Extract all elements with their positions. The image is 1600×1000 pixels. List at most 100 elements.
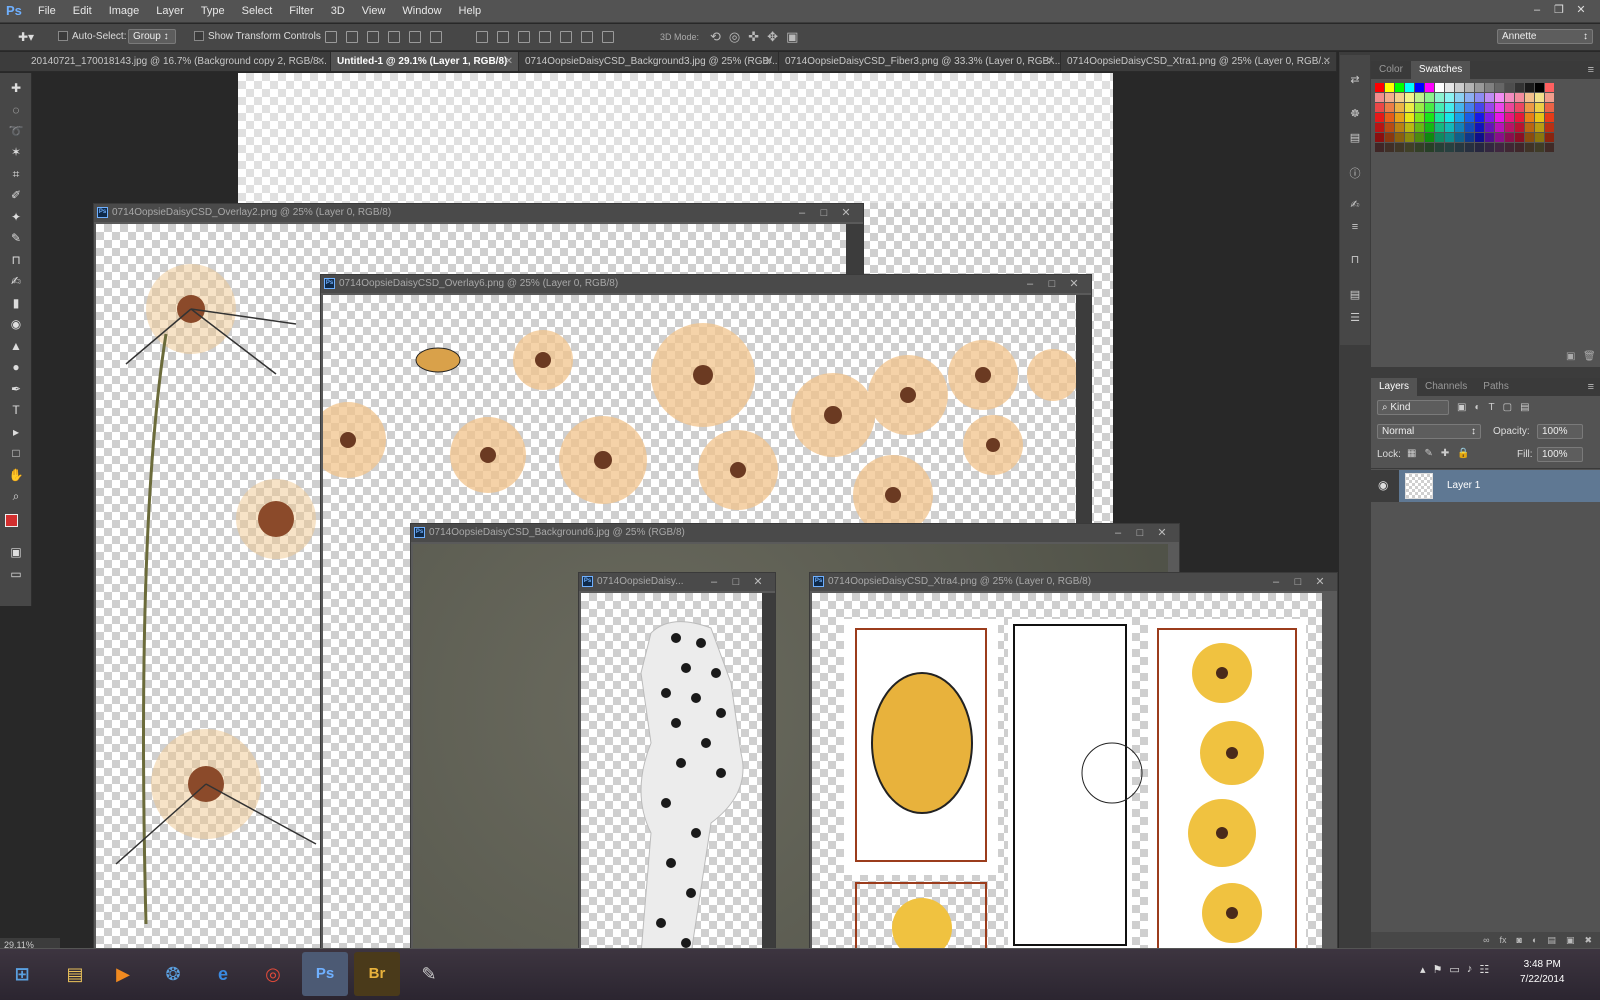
link-layers-icon[interactable]: ∞ [1483,932,1489,948]
filter-adjustment-icon[interactable]: ◐ [1474,402,1480,413]
eraser-tool-icon[interactable]: ▮ [6,294,26,312]
swatch[interactable] [1505,143,1514,152]
close-icon[interactable]: ✕ [1063,275,1085,293]
fill-field[interactable]: 100% [1537,447,1583,462]
swatch[interactable] [1425,103,1434,112]
swatch[interactable] [1485,113,1494,122]
swatch[interactable] [1505,123,1514,132]
xtra4-canvas[interactable] [812,593,1322,954]
paint-icon[interactable]: ✎ [406,952,452,996]
swatch[interactable] [1485,123,1494,132]
actions-panel-icon[interactable]: ▤ [1347,288,1363,302]
path-selection-tool-icon[interactable]: ▸ [6,423,26,441]
volume-icon[interactable]: ♪ [1467,963,1473,976]
close-icon[interactable]: ✕ [1309,573,1331,591]
swatch[interactable] [1415,103,1424,112]
close-tab-icon[interactable]: ✕ [765,52,773,71]
swatch[interactable] [1485,133,1494,142]
swatch[interactable] [1545,123,1554,132]
lock-all-icon[interactable]: 🔒 [1457,448,1469,459]
distribute-top-icon[interactable] [476,31,488,43]
swatch[interactable] [1425,133,1434,142]
bridge-taskbar-icon[interactable]: Br [354,952,400,996]
swatch[interactable] [1425,83,1434,92]
swatch[interactable] [1525,143,1534,152]
histogram-panel-icon[interactable]: ▤ [1347,131,1363,145]
align-hcenter-icon[interactable] [409,31,421,43]
menu-edit[interactable]: Edit [73,5,92,17]
swatch[interactable] [1485,143,1494,152]
paint-bucket-tool-icon[interactable]: ◉ [6,315,26,333]
3d-scale-icon[interactable]: ▣ [786,29,798,45]
lock-position-icon[interactable]: ✚ [1441,448,1449,459]
clone-stamp-tool-icon[interactable]: ⊓ [6,251,26,269]
menu-image[interactable]: Image [109,5,140,17]
maximize-icon[interactable]: □ [1041,275,1063,293]
tab-document-1[interactable]: 20140721_170018143.jpg @ 16.7% (Backgrou… [25,52,331,71]
3d-slide-icon[interactable]: ✥ [767,29,778,45]
auto-select-checkbox[interactable] [58,31,68,42]
panel-menu-icon[interactable]: ≡ [1588,381,1594,393]
auto-align-icon[interactable] [602,31,614,43]
overlay6-titlebar[interactable]: Ps 0714OopsieDaisyCSD_Overlay6.png @ 25% … [321,275,1091,293]
opacity-field[interactable]: 100% [1537,424,1583,439]
swatch[interactable] [1475,103,1484,112]
swatch[interactable] [1525,83,1534,92]
menu-type[interactable]: Type [201,5,225,17]
swatch[interactable] [1405,133,1414,142]
photoshop-taskbar-icon[interactable]: Ps [302,952,348,996]
swatch[interactable] [1475,123,1484,132]
swatch[interactable] [1455,103,1464,112]
distribute-right-icon[interactable] [581,31,593,43]
workspace-dropdown[interactable]: Annette ↕ [1497,29,1593,44]
swatch[interactable] [1535,143,1544,152]
maximize-icon[interactable]: □ [1129,524,1151,542]
menu-layer[interactable]: Layer [156,5,184,17]
swatch[interactable] [1415,123,1424,132]
distribute-left-icon[interactable] [539,31,551,43]
maximize-icon[interactable]: □ [1287,573,1309,591]
align-vcenter-icon[interactable] [346,31,358,43]
filter-smartobject-icon[interactable]: ▤ [1520,402,1529,413]
swatch[interactable] [1435,143,1444,152]
layer-filter-dropdown[interactable]: ⌕ Kind [1377,400,1449,415]
swatch[interactable] [1525,93,1534,102]
flag-icon[interactable]: ⚑ [1433,963,1443,976]
dodge-tool-icon[interactable]: ● [6,358,26,376]
swatch[interactable] [1375,83,1384,92]
swatch[interactable] [1435,133,1444,142]
layer-name[interactable]: Layer 1 [1447,480,1480,491]
brush-tool-icon[interactable]: ✎ [6,229,26,247]
show-transform-checkbox[interactable] [194,31,204,42]
pen-tool-icon[interactable]: ✒ [6,380,26,398]
swatch[interactable] [1495,143,1504,152]
swatch[interactable] [1455,113,1464,122]
swatch[interactable] [1525,123,1534,132]
new-group-icon[interactable]: ▤ [1547,932,1556,948]
swatch[interactable] [1475,143,1484,152]
filter-type-icon[interactable]: T [1489,402,1495,413]
swatch[interactable] [1415,133,1424,142]
swatch[interactable] [1525,133,1534,142]
swatch[interactable] [1385,113,1394,122]
swatch[interactable] [1535,93,1544,102]
swatch[interactable] [1435,113,1444,122]
swatch[interactable] [1545,113,1554,122]
distribute-hcenter-icon[interactable] [560,31,572,43]
swatch[interactable] [1415,83,1424,92]
swatch[interactable] [1485,93,1494,102]
swatch[interactable] [1475,93,1484,102]
minimize-icon[interactable]: – [1107,524,1129,542]
swatch[interactable] [1535,113,1544,122]
magic-wand-tool-icon[interactable]: ✶ [6,143,26,161]
swatch[interactable] [1505,113,1514,122]
tab-document-2[interactable]: Untitled-1 @ 29.1% (Layer 1, RGB/8) ✕ [331,52,519,71]
menu-filter[interactable]: Filter [289,5,313,17]
healing-brush-tool-icon[interactable]: ✦ [6,208,26,226]
swatch[interactable] [1525,103,1534,112]
3d-orbit-icon[interactable]: ⟲ [710,29,721,45]
close-icon[interactable]: ✕ [747,573,769,591]
menu-help[interactable]: Help [459,5,482,17]
xtra4-titlebar[interactable]: Ps 0714OopsieDaisyCSD_Xtra4.png @ 25% (La… [810,573,1337,591]
adjustments-panel-icon[interactable]: ☸ [1347,107,1363,121]
